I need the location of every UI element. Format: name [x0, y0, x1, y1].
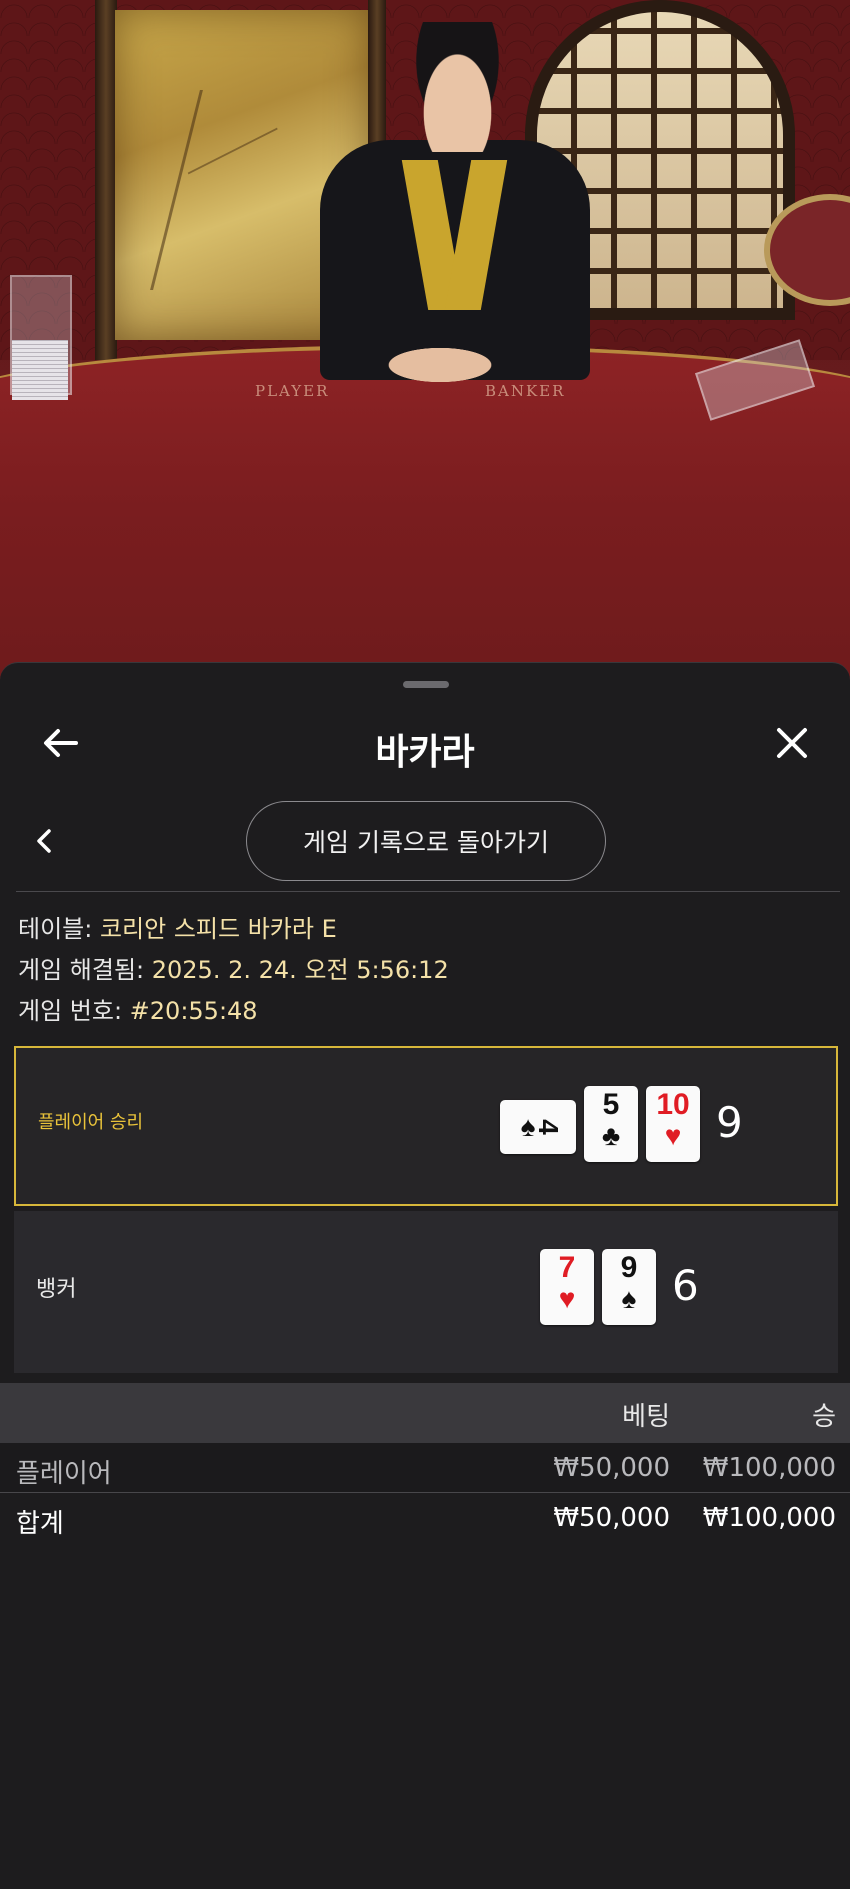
card-stack — [12, 340, 68, 400]
player-hand-label: 플레이어 승리 — [38, 1112, 144, 1133]
card-rank: 10 — [656, 1088, 690, 1121]
dealer-hands — [380, 345, 500, 385]
bet-name: 플레이어 — [16, 1459, 112, 1489]
felt-label-banker: BANKER — [485, 382, 566, 400]
table-info-label: 테이블: — [18, 915, 100, 943]
felt-label-player: PLAYER — [255, 382, 330, 400]
game-number-value: #20:55:48 — [129, 997, 258, 1025]
drag-handle[interactable] — [403, 681, 449, 688]
player-card-3: 10 ♥ — [646, 1086, 700, 1162]
sheet-header: 바카라 — [0, 703, 850, 783]
divider — [16, 891, 840, 892]
card-suit: ♣ — [601, 1120, 621, 1151]
total-row: 합계 ₩50,000 ₩100,000 — [0, 1493, 850, 1543]
table-info-value: 코리안 스피드 바카라 E — [99, 915, 337, 943]
player-hand-row: 플레이어 승리 ♠ 4 5 ♣ 10 ♥ 9 — [14, 1046, 838, 1206]
previous-button[interactable] — [20, 817, 68, 865]
game-info: 테이블: 코리안 스피드 바카라 E 게임 해결됨: 2025. 2. 24. … — [18, 909, 838, 1032]
history-nav: 게임 기록으로 돌아가기 — [0, 801, 850, 887]
player-card-1: ♠ 4 — [500, 1100, 576, 1154]
close-icon — [777, 728, 807, 758]
back-to-history-button[interactable]: 게임 기록으로 돌아가기 — [246, 801, 606, 881]
game-details-sheet: 바카라 게임 기록으로 돌아가기 테이블: 코리안 스피드 바카라 E 게임 해… — [0, 662, 850, 1889]
table-row: 플레이어 ₩50,000 ₩100,000 — [0, 1443, 850, 1493]
total-win-amount: ₩100,000 — [702, 1503, 836, 1533]
player-score: 9 — [716, 1098, 743, 1147]
card-suit: ♥ — [558, 1283, 576, 1314]
game-number-info: 게임 번호: #20:55:48 — [18, 991, 838, 1032]
resolved-info-value: 2025. 2. 24. 오전 5:56:12 — [151, 956, 449, 984]
card-rank: 4 — [532, 1119, 564, 1135]
bet-column-header: 베팅 — [622, 1402, 670, 1432]
resolved-info-label: 게임 해결됨: — [18, 956, 152, 984]
chevron-left-icon — [37, 829, 51, 853]
dealer-head — [405, 22, 510, 152]
total-label: 합계 — [16, 1509, 64, 1539]
banker-hand-label: 뱅커 — [36, 1277, 77, 1302]
win-column-header: 승 — [812, 1402, 836, 1432]
bet-amount: ₩50,000 — [553, 1453, 670, 1483]
card-rank: 7 — [558, 1251, 576, 1284]
wood-pillar — [95, 0, 117, 360]
live-video-stream: PLAYER BANKER — [0, 0, 850, 680]
banker-hand-row: 뱅커 7 ♥ 9 ♠ 6 — [14, 1211, 838, 1373]
banker-score: 6 — [672, 1261, 699, 1310]
banker-card-1: 7 ♥ — [540, 1249, 594, 1325]
game-number-label: 게임 번호: — [18, 997, 130, 1025]
table-info: 테이블: 코리안 스피드 바카라 E — [18, 909, 838, 950]
card-rank: 5 — [602, 1088, 620, 1121]
close-button[interactable] — [768, 719, 816, 767]
resolved-info: 게임 해결됨: 2025. 2. 24. 오전 5:56:12 — [18, 950, 838, 991]
total-bet-amount: ₩50,000 — [553, 1503, 670, 1533]
win-amount: ₩100,000 — [702, 1453, 836, 1483]
banker-card-2: 9 ♠ — [602, 1249, 656, 1325]
bets-table-header: 베팅 승 — [0, 1383, 850, 1443]
dealer-body — [320, 140, 590, 380]
card-rank: 9 — [620, 1251, 638, 1284]
player-card-2: 5 ♣ — [584, 1086, 638, 1162]
card-suit: ♠ — [621, 1283, 637, 1314]
card-suit: ♥ — [664, 1120, 682, 1151]
sheet-title: 바카라 — [375, 732, 475, 773]
